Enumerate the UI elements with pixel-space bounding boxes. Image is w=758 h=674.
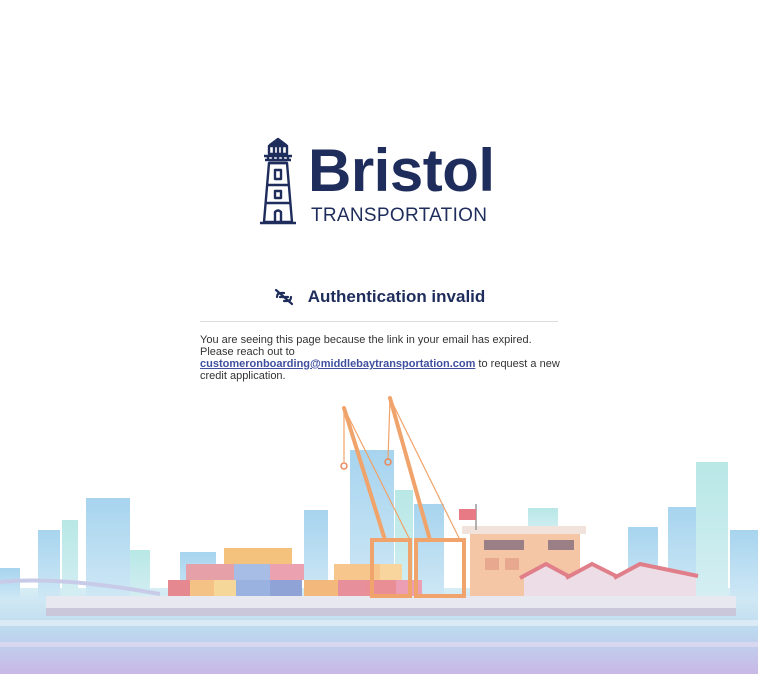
support-email-link[interactable]: customeronboarding@middlebaytransportati…	[200, 358, 475, 370]
auth-invalid-page: Bristol TRANSPORTATION Authentication in…	[0, 0, 758, 674]
broken-link-icon	[274, 288, 293, 306]
message-text-before: You are seeing this page because the lin…	[200, 334, 532, 358]
brand-name: Bristol	[308, 137, 495, 204]
expired-message: You are seeing this page because the lin…	[200, 334, 562, 382]
page-title: Authentication invalid	[307, 287, 486, 306]
auth-heading: Authentication invalid	[200, 283, 558, 311]
bristol-logo: Bristol TRANSPORTATION	[258, 137, 504, 227]
harbor-illustration	[0, 396, 758, 674]
divider	[200, 321, 558, 322]
brand-subtitle: TRANSPORTATION	[311, 205, 488, 226]
lighthouse-icon	[260, 137, 296, 225]
